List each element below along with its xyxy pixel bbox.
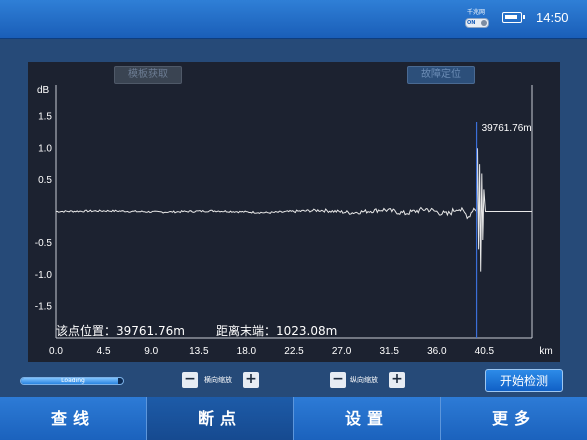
v-zoom-out-button[interactable]: − xyxy=(330,372,346,388)
y-tick-label: 1.0 xyxy=(38,143,52,154)
vertical-zoom: − 纵向缩放 + xyxy=(330,372,408,388)
x-tick-label: 40.5 xyxy=(475,346,495,357)
x-axis-unit: km xyxy=(539,346,552,357)
loading-bar: Loading xyxy=(20,377,124,385)
x-tick-label: 36.0 xyxy=(427,346,447,357)
tab-bar: 查线 断点 设置 更多 xyxy=(0,397,587,440)
x-tick-label: 9.0 xyxy=(144,346,158,357)
start-detection-button[interactable]: 开始检测 xyxy=(485,369,563,392)
template-fetch-button[interactable]: 模板获取 xyxy=(114,66,182,84)
main-panel: dB 1.5 1.0 0.5 -0.5 -1.0 -1.5 0.0 4.5 9.0 13.5 18.0… xyxy=(0,39,587,397)
v-zoom-in-button[interactable]: + xyxy=(389,372,405,388)
x-tick-label: 0.0 xyxy=(49,346,63,357)
trace-line xyxy=(55,148,532,272)
gigabit-switch-label: 千兆网 xyxy=(466,9,485,16)
distance-to-end-readout: 距离末端：1023.08m xyxy=(216,323,337,338)
fault-locate-button[interactable]: 故障定位 xyxy=(407,66,475,84)
battery-icon xyxy=(502,12,525,23)
gigabit-switch[interactable]: 千兆网 ON xyxy=(461,9,491,29)
v-zoom-label: 纵向缩放 xyxy=(350,376,378,384)
loading-label: Loading xyxy=(61,377,85,384)
status-bar: 千兆网 ON 14:50 xyxy=(0,0,587,39)
x-tick-label: 4.5 xyxy=(97,346,111,357)
h-zoom-in-button[interactable]: + xyxy=(243,372,259,388)
y-tick-label: -1.5 xyxy=(35,301,53,312)
y-tick-label: -1.0 xyxy=(35,270,53,281)
y-tick-label: 0.5 xyxy=(38,175,52,186)
y-axis-unit: dB xyxy=(37,85,50,96)
switch-state: ON xyxy=(467,20,476,26)
chart-panel: dB 1.5 1.0 0.5 -0.5 -1.0 -1.5 0.0 4.5 9.0 13.5 18.0… xyxy=(28,62,560,362)
switch-track[interactable]: ON xyxy=(465,18,489,28)
tab-breakpoint[interactable]: 断点 xyxy=(147,397,293,440)
x-tick-label: 13.5 xyxy=(189,346,209,357)
x-tick-label: 27.0 xyxy=(332,346,352,357)
tab-line-check[interactable]: 查线 xyxy=(0,397,146,440)
h-zoom-out-button[interactable]: − xyxy=(182,372,198,388)
x-tick-label: 31.5 xyxy=(379,346,399,357)
clock: 14:50 xyxy=(536,10,569,25)
x-tick-label: 18.0 xyxy=(237,346,257,357)
h-zoom-label: 横向缩放 xyxy=(204,376,232,384)
y-tick-label: -0.5 xyxy=(35,238,53,249)
tab-settings[interactable]: 设置 xyxy=(294,397,440,440)
trace-chart[interactable]: dB 1.5 1.0 0.5 -0.5 -1.0 -1.5 0.0 4.5 9.0 13.5 18.0… xyxy=(28,62,560,362)
horizontal-zoom: − 横向缩放 + xyxy=(182,372,260,388)
switch-knob xyxy=(481,20,487,26)
tab-more[interactable]: 更多 xyxy=(441,397,587,440)
y-tick-label: 1.5 xyxy=(38,112,52,123)
x-tick-label: 22.5 xyxy=(284,346,304,357)
point-position-readout: 该点位置：39761.76m xyxy=(56,323,185,338)
cursor-label: 39761.76m xyxy=(482,123,532,134)
